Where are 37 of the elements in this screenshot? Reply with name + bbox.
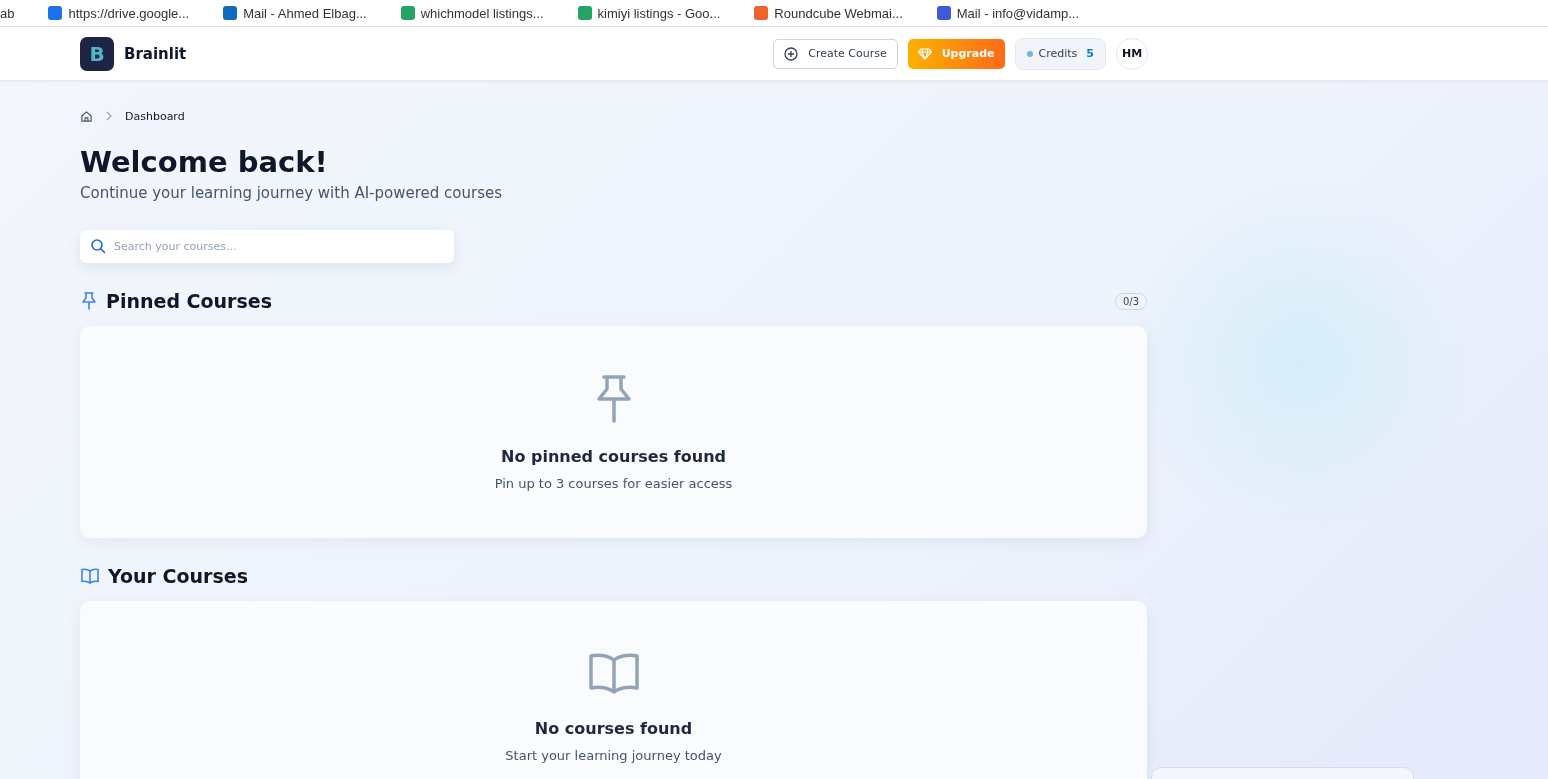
- empty-state-title: No pinned courses found: [501, 447, 726, 466]
- bookmark-link[interactable]: https://drive.google...: [68, 5, 190, 21]
- search-icon: [90, 238, 106, 254]
- bookmark-link[interactable]: whichmodel listings...: [420, 5, 544, 21]
- search-field[interactable]: Search your courses...: [80, 230, 454, 263]
- logo-icon[interactable]: B: [80, 36, 114, 71]
- bookmark-link[interactable]: Roundcube Webmai...: [774, 5, 903, 21]
- create-course-button[interactable]: Create Course: [773, 38, 898, 69]
- bookmark-icon: [936, 6, 951, 20]
- bookmark-icon: [754, 6, 769, 20]
- page-subtitle: Continue your learning journey with AI-powered courses: [80, 184, 503, 202]
- breadcrumb-item[interactable]: Dashboard: [125, 109, 185, 123]
- bookmark-icon: [400, 6, 415, 20]
- pin-count-badge: 0/3: [1114, 292, 1147, 310]
- book-icon: [587, 651, 640, 697]
- pin-icon: [80, 291, 98, 311]
- page-title: Welcome back!: [80, 144, 329, 180]
- empty-state-title: No courses found: [534, 719, 693, 738]
- avatar-button[interactable]: HM: [1116, 37, 1148, 70]
- bookmark-link[interactable]: Mail - info@vidamp...: [956, 5, 1080, 21]
- section-heading: Pinned Courses: [106, 290, 272, 312]
- chevron-right-icon: [105, 111, 113, 121]
- bookmark-link[interactable]: Mail - Ahmed Elbag...: [243, 5, 367, 21]
- bookmark-icon: [577, 6, 592, 20]
- credits-badge[interactable]: Credits 5: [1014, 37, 1106, 70]
- home-icon[interactable]: [80, 109, 93, 123]
- diamond-icon: [917, 47, 932, 60]
- plus-circle-icon: [784, 46, 799, 61]
- empty-state-text: Pin up to 3 courses for easier access: [494, 476, 733, 491]
- bookmark-link[interactable]: kimiyi listings - Goo...: [597, 5, 721, 21]
- bookmark-link[interactable]: ab: [0, 5, 15, 21]
- brand-name[interactable]: Brainlit: [124, 44, 187, 63]
- bookmark-icon: [48, 6, 63, 20]
- bookmark-icon: [223, 6, 238, 20]
- section-heading: Your Courses: [108, 565, 248, 587]
- book-icon: [80, 567, 100, 585]
- empty-state-text: Start your learning journey today: [505, 748, 722, 763]
